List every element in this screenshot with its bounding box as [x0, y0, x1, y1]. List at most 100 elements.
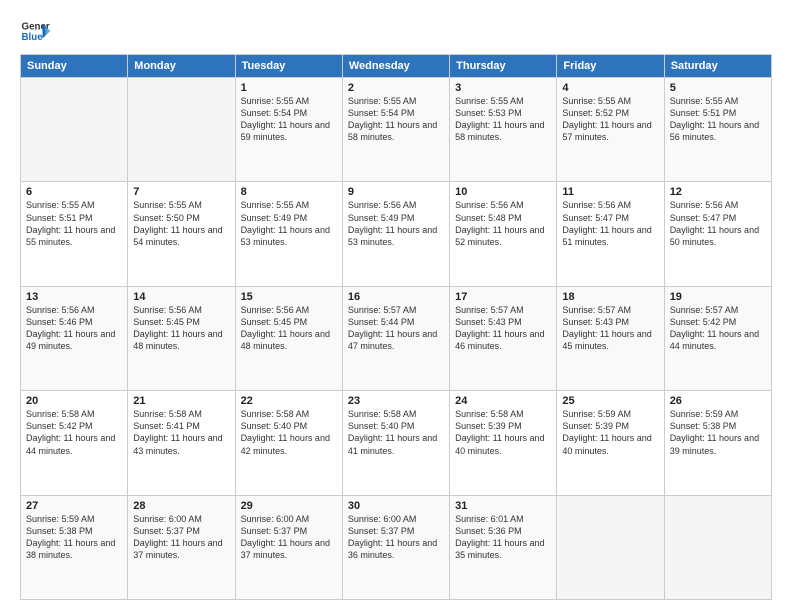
day-number: 27 — [26, 500, 122, 512]
calendar-cell: 15Sunrise: 5:56 AM Sunset: 5:45 PM Dayli… — [235, 286, 342, 390]
day-info: Sunrise: 5:55 AM Sunset: 5:52 PM Dayligh… — [562, 95, 658, 144]
day-info: Sunrise: 5:57 AM Sunset: 5:43 PM Dayligh… — [455, 304, 551, 353]
day-number: 10 — [455, 186, 551, 198]
column-header-monday: Monday — [128, 55, 235, 78]
svg-text:Blue: Blue — [22, 32, 44, 43]
day-info: Sunrise: 5:58 AM Sunset: 5:42 PM Dayligh… — [26, 408, 122, 457]
calendar-cell: 6Sunrise: 5:55 AM Sunset: 5:51 PM Daylig… — [21, 182, 128, 286]
day-info: Sunrise: 5:55 AM Sunset: 5:53 PM Dayligh… — [455, 95, 551, 144]
day-info: Sunrise: 5:56 AM Sunset: 5:48 PM Dayligh… — [455, 199, 551, 248]
day-number: 4 — [562, 82, 658, 94]
day-info: Sunrise: 5:55 AM Sunset: 5:54 PM Dayligh… — [241, 95, 337, 144]
calendar-cell: 31Sunrise: 6:01 AM Sunset: 5:36 PM Dayli… — [450, 495, 557, 599]
day-number: 20 — [26, 395, 122, 407]
day-number: 28 — [133, 500, 229, 512]
day-info: Sunrise: 5:56 AM Sunset: 5:45 PM Dayligh… — [241, 304, 337, 353]
calendar-cell: 13Sunrise: 5:56 AM Sunset: 5:46 PM Dayli… — [21, 286, 128, 390]
day-info: Sunrise: 5:58 AM Sunset: 5:40 PM Dayligh… — [348, 408, 444, 457]
day-info: Sunrise: 5:58 AM Sunset: 5:39 PM Dayligh… — [455, 408, 551, 457]
calendar-cell: 7Sunrise: 5:55 AM Sunset: 5:50 PM Daylig… — [128, 182, 235, 286]
day-number: 7 — [133, 186, 229, 198]
day-number: 26 — [670, 395, 766, 407]
day-number: 3 — [455, 82, 551, 94]
day-info: Sunrise: 6:01 AM Sunset: 5:36 PM Dayligh… — [455, 513, 551, 562]
day-number: 6 — [26, 186, 122, 198]
column-header-saturday: Saturday — [664, 55, 771, 78]
column-header-tuesday: Tuesday — [235, 55, 342, 78]
calendar-cell: 22Sunrise: 5:58 AM Sunset: 5:40 PM Dayli… — [235, 391, 342, 495]
calendar-table: SundayMondayTuesdayWednesdayThursdayFrid… — [20, 54, 772, 600]
day-info: Sunrise: 5:56 AM Sunset: 5:47 PM Dayligh… — [562, 199, 658, 248]
calendar-cell: 10Sunrise: 5:56 AM Sunset: 5:48 PM Dayli… — [450, 182, 557, 286]
day-info: Sunrise: 5:56 AM Sunset: 5:47 PM Dayligh… — [670, 199, 766, 248]
calendar-cell — [21, 78, 128, 182]
day-info: Sunrise: 5:56 AM Sunset: 5:46 PM Dayligh… — [26, 304, 122, 353]
calendar-cell: 16Sunrise: 5:57 AM Sunset: 5:44 PM Dayli… — [342, 286, 449, 390]
day-number: 17 — [455, 291, 551, 303]
day-info: Sunrise: 6:00 AM Sunset: 5:37 PM Dayligh… — [133, 513, 229, 562]
calendar-cell: 28Sunrise: 6:00 AM Sunset: 5:37 PM Dayli… — [128, 495, 235, 599]
calendar-cell: 23Sunrise: 5:58 AM Sunset: 5:40 PM Dayli… — [342, 391, 449, 495]
day-info: Sunrise: 5:57 AM Sunset: 5:44 PM Dayligh… — [348, 304, 444, 353]
calendar-cell: 25Sunrise: 5:59 AM Sunset: 5:39 PM Dayli… — [557, 391, 664, 495]
day-number: 30 — [348, 500, 444, 512]
column-header-sunday: Sunday — [21, 55, 128, 78]
calendar-cell: 12Sunrise: 5:56 AM Sunset: 5:47 PM Dayli… — [664, 182, 771, 286]
calendar-cell: 20Sunrise: 5:58 AM Sunset: 5:42 PM Dayli… — [21, 391, 128, 495]
calendar-week-3: 13Sunrise: 5:56 AM Sunset: 5:46 PM Dayli… — [21, 286, 772, 390]
day-info: Sunrise: 5:56 AM Sunset: 5:45 PM Dayligh… — [133, 304, 229, 353]
day-number: 29 — [241, 500, 337, 512]
day-number: 19 — [670, 291, 766, 303]
calendar-cell: 11Sunrise: 5:56 AM Sunset: 5:47 PM Dayli… — [557, 182, 664, 286]
calendar-cell: 4Sunrise: 5:55 AM Sunset: 5:52 PM Daylig… — [557, 78, 664, 182]
column-header-wednesday: Wednesday — [342, 55, 449, 78]
day-number: 15 — [241, 291, 337, 303]
day-number: 8 — [241, 186, 337, 198]
day-info: Sunrise: 5:55 AM Sunset: 5:50 PM Dayligh… — [133, 199, 229, 248]
day-info: Sunrise: 5:58 AM Sunset: 5:40 PM Dayligh… — [241, 408, 337, 457]
day-info: Sunrise: 6:00 AM Sunset: 5:37 PM Dayligh… — [241, 513, 337, 562]
logo-icon: General Blue — [20, 16, 50, 46]
calendar-cell: 24Sunrise: 5:58 AM Sunset: 5:39 PM Dayli… — [450, 391, 557, 495]
calendar-week-4: 20Sunrise: 5:58 AM Sunset: 5:42 PM Dayli… — [21, 391, 772, 495]
calendar-cell: 9Sunrise: 5:56 AM Sunset: 5:49 PM Daylig… — [342, 182, 449, 286]
day-number: 25 — [562, 395, 658, 407]
day-number: 2 — [348, 82, 444, 94]
day-number: 18 — [562, 291, 658, 303]
calendar-cell: 3Sunrise: 5:55 AM Sunset: 5:53 PM Daylig… — [450, 78, 557, 182]
calendar-cell: 2Sunrise: 5:55 AM Sunset: 5:54 PM Daylig… — [342, 78, 449, 182]
day-info: Sunrise: 5:56 AM Sunset: 5:49 PM Dayligh… — [348, 199, 444, 248]
day-info: Sunrise: 5:55 AM Sunset: 5:51 PM Dayligh… — [26, 199, 122, 248]
day-info: Sunrise: 5:59 AM Sunset: 5:38 PM Dayligh… — [670, 408, 766, 457]
calendar-cell: 26Sunrise: 5:59 AM Sunset: 5:38 PM Dayli… — [664, 391, 771, 495]
calendar-cell: 8Sunrise: 5:55 AM Sunset: 5:49 PM Daylig… — [235, 182, 342, 286]
day-info: Sunrise: 5:59 AM Sunset: 5:39 PM Dayligh… — [562, 408, 658, 457]
calendar-cell: 30Sunrise: 6:00 AM Sunset: 5:37 PM Dayli… — [342, 495, 449, 599]
day-number: 1 — [241, 82, 337, 94]
calendar-cell: 14Sunrise: 5:56 AM Sunset: 5:45 PM Dayli… — [128, 286, 235, 390]
calendar-cell: 5Sunrise: 5:55 AM Sunset: 5:51 PM Daylig… — [664, 78, 771, 182]
calendar-cell: 1Sunrise: 5:55 AM Sunset: 5:54 PM Daylig… — [235, 78, 342, 182]
calendar-cell: 29Sunrise: 6:00 AM Sunset: 5:37 PM Dayli… — [235, 495, 342, 599]
day-number: 5 — [670, 82, 766, 94]
day-info: Sunrise: 6:00 AM Sunset: 5:37 PM Dayligh… — [348, 513, 444, 562]
day-number: 24 — [455, 395, 551, 407]
day-number: 16 — [348, 291, 444, 303]
calendar-cell: 19Sunrise: 5:57 AM Sunset: 5:42 PM Dayli… — [664, 286, 771, 390]
day-number: 13 — [26, 291, 122, 303]
day-info: Sunrise: 5:58 AM Sunset: 5:41 PM Dayligh… — [133, 408, 229, 457]
day-info: Sunrise: 5:55 AM Sunset: 5:49 PM Dayligh… — [241, 199, 337, 248]
column-header-thursday: Thursday — [450, 55, 557, 78]
day-number: 31 — [455, 500, 551, 512]
calendar-week-1: 1Sunrise: 5:55 AM Sunset: 5:54 PM Daylig… — [21, 78, 772, 182]
day-info: Sunrise: 5:57 AM Sunset: 5:43 PM Dayligh… — [562, 304, 658, 353]
day-number: 14 — [133, 291, 229, 303]
day-number: 21 — [133, 395, 229, 407]
calendar-cell — [664, 495, 771, 599]
calendar-cell: 27Sunrise: 5:59 AM Sunset: 5:38 PM Dayli… — [21, 495, 128, 599]
page: General Blue SundayMondayTuesdayWednesda… — [0, 0, 792, 612]
calendar-cell: 21Sunrise: 5:58 AM Sunset: 5:41 PM Dayli… — [128, 391, 235, 495]
day-info: Sunrise: 5:57 AM Sunset: 5:42 PM Dayligh… — [670, 304, 766, 353]
column-header-friday: Friday — [557, 55, 664, 78]
day-info: Sunrise: 5:59 AM Sunset: 5:38 PM Dayligh… — [26, 513, 122, 562]
